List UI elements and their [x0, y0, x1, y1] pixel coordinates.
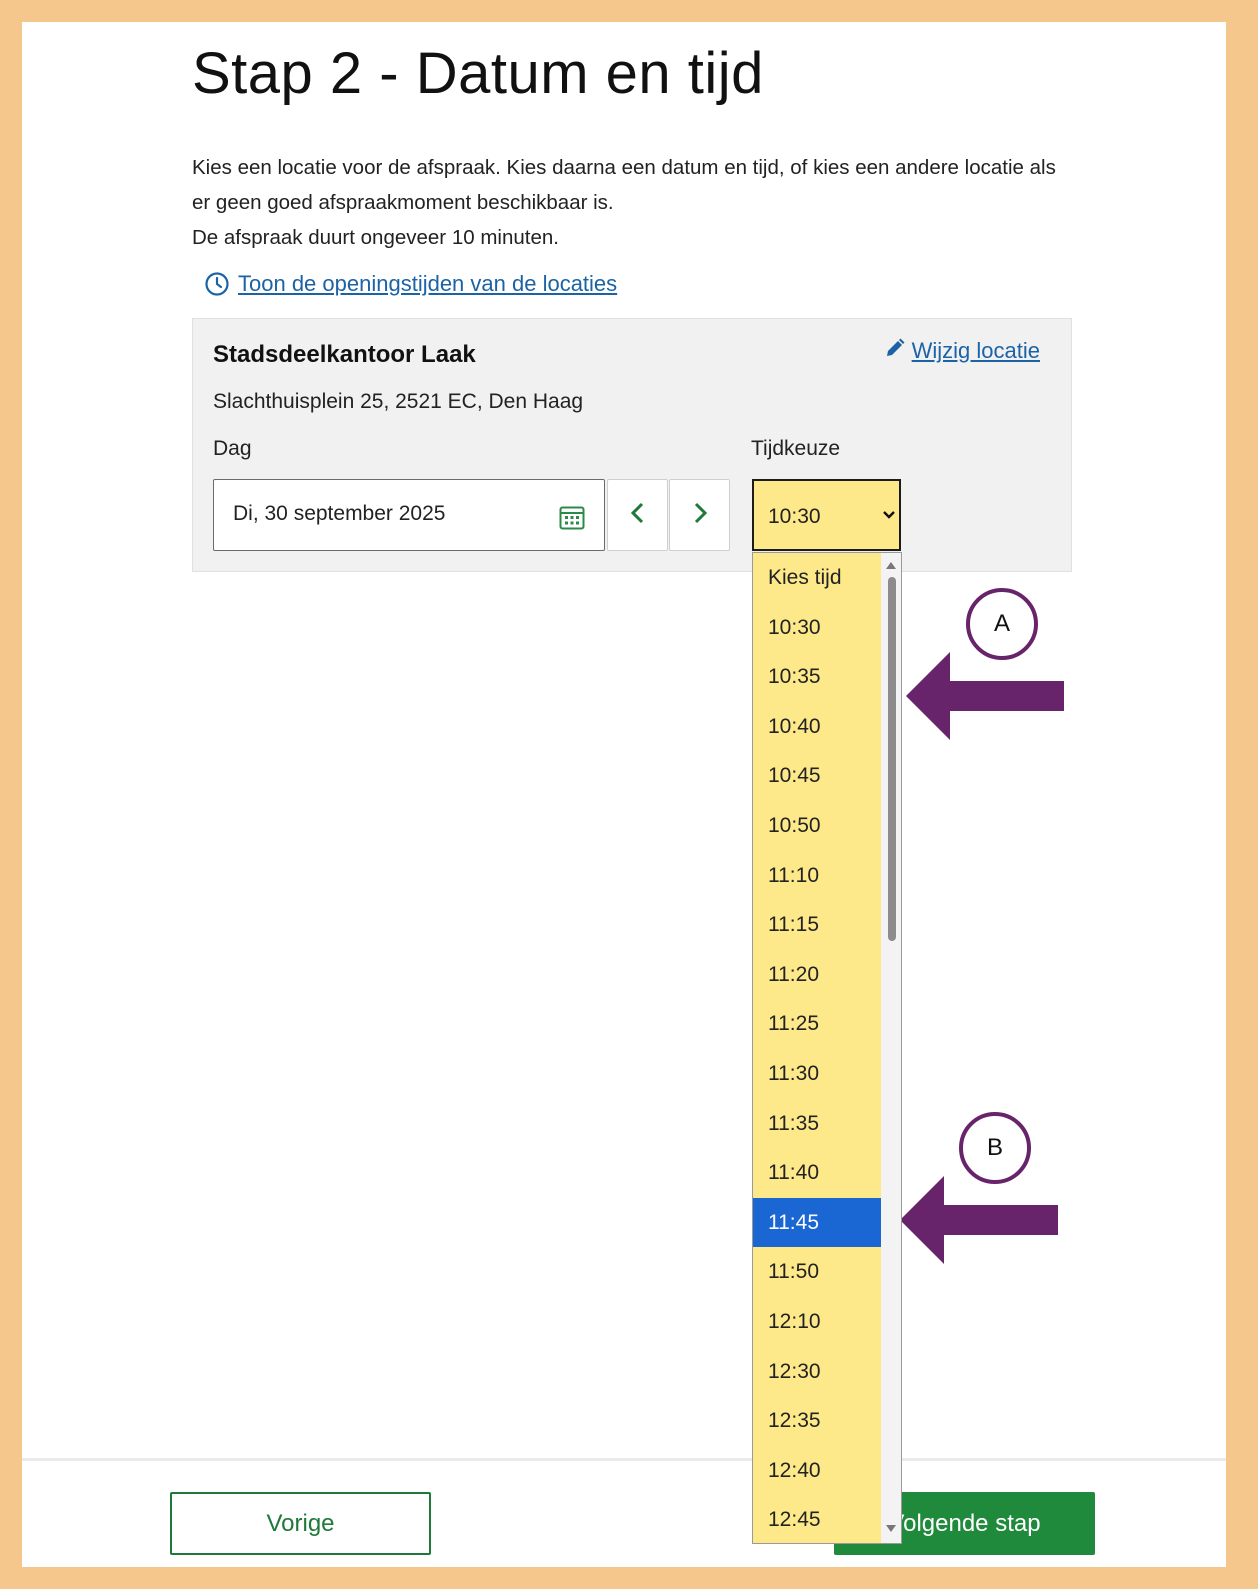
- time-label: Tijdkeuze: [751, 437, 841, 460]
- location-address: Slachthuisplein 25, 2521 EC, Den Haag: [213, 390, 584, 413]
- intro-duration: De afspraak duurt ongeveer 10 minuten.: [192, 226, 559, 249]
- time-option[interactable]: 10:35: [753, 652, 881, 702]
- annotation-arrow-a: [906, 652, 1064, 740]
- date-value: Di, 30 september 2025: [233, 502, 446, 525]
- time-option[interactable]: 11:45: [753, 1197, 881, 1248]
- calendar-icon[interactable]: [558, 503, 586, 536]
- next-day-button[interactable]: [669, 479, 730, 551]
- intro-instructions: Kies een locatie voor de afspraak. Kies …: [192, 156, 1056, 214]
- scrollbar-thumb[interactable]: [888, 577, 896, 941]
- day-label: Dag: [213, 437, 252, 460]
- scroll-up-icon[interactable]: [885, 557, 897, 575]
- edit-location-label[interactable]: Wijzig locatie: [912, 338, 1040, 364]
- time-option[interactable]: 11:10: [753, 851, 881, 901]
- chevron-right-icon: [690, 501, 710, 530]
- time-option[interactable]: Kies tijd: [753, 553, 881, 603]
- clock-icon: [204, 271, 230, 297]
- time-option[interactable]: 10:40: [753, 702, 881, 752]
- opening-hours-link[interactable]: Toon de openingstijden van de locaties: [204, 271, 617, 297]
- page-frame: Stap 2 - Datum en tijd Kies een locatie …: [22, 22, 1226, 1567]
- time-option[interactable]: 10:50: [753, 801, 881, 851]
- time-option[interactable]: 12:35: [753, 1396, 881, 1446]
- edit-location-link[interactable]: Wijzig locatie: [884, 337, 1040, 365]
- time-option[interactable]: 10:45: [753, 751, 881, 801]
- location-name: Stadsdeelkantoor Laak: [213, 341, 476, 368]
- chevron-down-icon: [882, 508, 896, 527]
- time-dropdown-list[interactable]: Kies tijd 10:30 10:35 10:40 10:45 10:50 11:10 1…: [752, 552, 902, 1544]
- time-option[interactable]: 10:30: [753, 603, 881, 653]
- date-input[interactable]: Di, 30 september 2025: [213, 479, 605, 551]
- time-option[interactable]: 12:45: [753, 1495, 881, 1543]
- time-option[interactable]: 11:25: [753, 999, 881, 1049]
- annotation-arrow-b: [900, 1176, 1058, 1264]
- chevron-left-icon: [628, 501, 648, 530]
- time-options: Kies tijd 10:30 10:35 10:40 10:45 10:50 11:10 1…: [753, 553, 901, 1543]
- pencil-icon: [884, 337, 906, 365]
- time-option[interactable]: 11:50: [753, 1247, 881, 1297]
- time-option[interactable]: 11:35: [753, 1099, 881, 1149]
- time-option[interactable]: 11:15: [753, 900, 881, 950]
- time-option[interactable]: 11:20: [753, 950, 881, 1000]
- time-option[interactable]: 12:30: [753, 1347, 881, 1397]
- time-option[interactable]: 11:40: [753, 1148, 881, 1198]
- location-card: Stadsdeelkantoor Laak Wijzig locatie Sla…: [192, 318, 1072, 572]
- scroll-down-icon[interactable]: [885, 1521, 897, 1539]
- time-select[interactable]: 10:30: [752, 479, 901, 551]
- time-option[interactable]: 11:30: [753, 1049, 881, 1099]
- previous-step-button[interactable]: Vorige: [170, 1492, 431, 1555]
- time-select-value: 10:30: [768, 505, 821, 528]
- time-option[interactable]: 12:40: [753, 1446, 881, 1496]
- previous-day-button[interactable]: [607, 479, 668, 551]
- intro-text: Kies een locatie voor de afspraak. Kies …: [192, 150, 1072, 255]
- opening-hours-link-label[interactable]: Toon de openingstijden van de locaties: [238, 271, 617, 297]
- page-title: Stap 2 - Datum en tijd: [192, 41, 764, 106]
- time-option[interactable]: 12:10: [753, 1297, 881, 1347]
- dropdown-scrollbar[interactable]: [881, 553, 901, 1543]
